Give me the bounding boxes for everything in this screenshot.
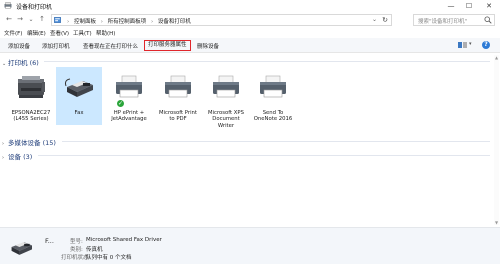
details-pane: F... 型号: Microsoft Shared Fax Driver 类别:…	[0, 227, 500, 264]
group-divider	[44, 61, 490, 62]
breadcrumb: › 控制面板 › 所有控制面板项 › 设备和打印机	[64, 17, 191, 25]
see-printing-button[interactable]: 查看现在正在打印什么	[83, 42, 138, 50]
close-button[interactable]: ✕	[482, 0, 496, 12]
print-server-properties-button[interactable]: 打印服务器属性	[144, 40, 191, 51]
address-dropdown-icon[interactable]: ⌄	[372, 16, 377, 23]
maximize-button[interactable]: ☐	[462, 0, 476, 12]
breadcrumb-all-items[interactable]: 所有控制面板项	[108, 19, 147, 25]
device-label: EPSONA2EC27 (L455 Series)	[11, 110, 51, 123]
menu-help[interactable]: 帮助(H)	[96, 29, 115, 37]
printer-icon	[165, 75, 191, 98]
breadcrumb-separator-icon: ›	[100, 19, 103, 25]
epson-printer-icon	[18, 76, 45, 98]
view-dropdown-icon[interactable]: ▾	[469, 41, 472, 47]
device-label: Send To OneNote 2016	[253, 110, 293, 123]
printer-icon	[116, 75, 142, 98]
group-printers-label: 打印机 (6)	[8, 59, 39, 67]
remove-device-button[interactable]: 删除设备	[197, 42, 219, 50]
selected-device-name: F...	[45, 237, 54, 245]
device-label: Microsoft Print to PDF	[159, 110, 197, 123]
group-divider	[62, 141, 490, 142]
breadcrumb-devices-printers[interactable]: 设备和打印机	[158, 19, 191, 25]
search-icon	[484, 16, 492, 24]
device-print-to-pdf[interactable]: Microsoft Print to PDF	[155, 67, 201, 125]
forward-button[interactable]: →	[15, 14, 25, 25]
printer-icon	[213, 75, 239, 98]
device-label: HP ePrint + JetAdvantage	[111, 110, 147, 123]
search-input[interactable]: 搜索"设备和打印机"	[413, 14, 495, 26]
device-fax[interactable]: Fax	[56, 67, 102, 125]
breadcrumb-separator-icon: ›	[150, 19, 154, 25]
address-row: ← → ⌄ ↑ › 控制面板 › 所有控制面板项 › 设备和打印机 ⌄ ↻ 搜索…	[0, 13, 500, 27]
back-button[interactable]: ←	[4, 14, 14, 25]
group-multimedia-label: 多媒体设备 (15)	[8, 139, 56, 147]
model-label: 型号:	[70, 239, 83, 245]
group-header-devices[interactable]: › 设备 (3)	[2, 151, 32, 161]
default-printer-check-icon: ✓	[116, 99, 125, 108]
group-devices-label: 设备 (3)	[8, 153, 33, 161]
device-label: Fax	[74, 110, 84, 116]
breadcrumb-separator-icon: ›	[67, 19, 70, 25]
control-panel-icon	[54, 17, 61, 23]
menu-tools[interactable]: 工具(T)	[73, 29, 92, 37]
title-bar: 设备和打印机 — ☐ ✕	[0, 0, 500, 12]
vertical-scrollbar[interactable]: ▲ ▼	[494, 55, 499, 225]
group-header-multimedia[interactable]: › 多媒体设备 (15)	[2, 137, 56, 147]
search-placeholder: 搜索"设备和打印机"	[418, 19, 468, 25]
address-bar[interactable]: › 控制面板 › 所有控制面板项 › 设备和打印机 ⌄ ↻	[51, 14, 392, 26]
device-xps-writer[interactable]: Microsoft XPS Document Writer	[203, 67, 249, 129]
device-hp-eprint[interactable]: ✓ HP ePrint + JetAdvantage	[106, 67, 152, 125]
command-bar: 添加设备 添加打印机 查看现在正在打印什么 打印服务器属性 删除设备 ▾ ?	[0, 38, 500, 53]
help-icon[interactable]: ?	[482, 41, 490, 49]
menu-view[interactable]: 查看(V)	[50, 29, 69, 37]
fax-icon	[11, 242, 32, 255]
breadcrumb-control-panel[interactable]: 控制面板	[74, 19, 96, 25]
scroll-down-icon[interactable]: ▼	[494, 220, 499, 225]
minimize-button[interactable]: —	[444, 0, 458, 12]
group-divider	[38, 155, 490, 156]
menu-bar: 文件(F) 编辑(E) 查看(V) 工具(T) 帮助(H)	[0, 29, 500, 38]
add-device-button[interactable]: 添加设备	[8, 42, 30, 50]
device-send-to-onenote[interactable]: Send To OneNote 2016	[250, 67, 296, 125]
menu-edit[interactable]: 编辑(E)	[27, 29, 46, 37]
add-printer-button[interactable]: 添加打印机	[42, 42, 70, 50]
refresh-icon[interactable]: ↻	[382, 16, 388, 24]
printer-status-value: 队列中有 0 个文档	[86, 255, 132, 261]
change-view-icon[interactable]	[458, 42, 467, 48]
group-header-printers[interactable]: ⌄ 打印机 (6)	[2, 57, 39, 67]
scroll-up-icon[interactable]: ▲	[494, 55, 499, 60]
recent-locations-button[interactable]: ⌄	[26, 14, 36, 25]
menu-file[interactable]: 文件(F)	[4, 29, 22, 37]
device-label: Microsoft XPS Document Writer	[208, 110, 244, 129]
model-value: Microsoft Shared Fax Driver	[86, 237, 162, 243]
printer-icon	[260, 75, 286, 98]
device-epson[interactable]: EPSONA2EC27 (L455 Series)	[8, 67, 54, 125]
fax-icon	[65, 78, 93, 97]
category-value: 传真机	[86, 247, 103, 253]
up-button[interactable]: ↑	[37, 14, 47, 25]
category-label: 类别:	[70, 247, 83, 253]
devices-printers-app-icon	[4, 2, 12, 9]
window-title: 设备和打印机	[16, 4, 53, 11]
